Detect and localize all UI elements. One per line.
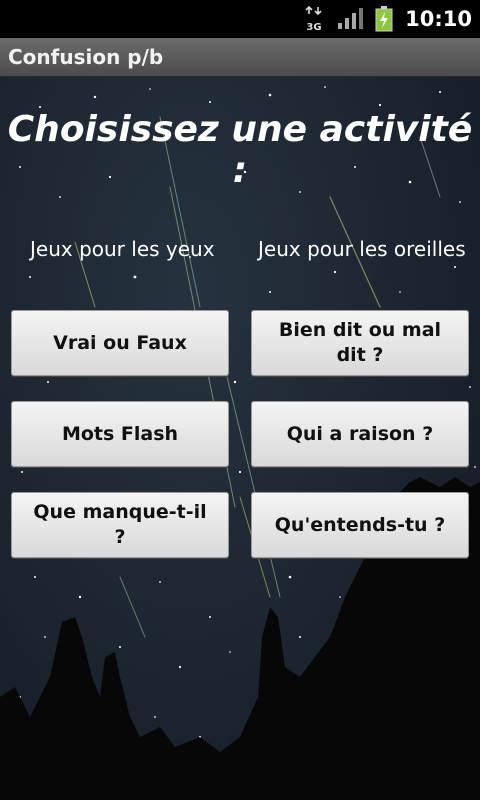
network-3g-icon: 3G	[303, 5, 325, 33]
title-bar: Confusion p/b	[0, 38, 480, 77]
status-bar: 3G 10:10	[0, 0, 480, 38]
bien-dit-ou-mal-dit-button[interactable]: Bien dit ou mal dit ?	[251, 310, 469, 376]
battery-charging-icon	[375, 6, 393, 32]
status-icons: 3G 10:10	[303, 0, 472, 38]
qu-entends-tu-button[interactable]: Qu'entends-tu ?	[251, 492, 469, 558]
ears-games-label: Jeux pour les oreilles	[258, 237, 466, 261]
network-type-label: 3G	[307, 22, 322, 33]
eyes-games-label: Jeux pour les yeux	[30, 237, 215, 261]
main-content: Choisissez une activité : Jeux pour les …	[0, 77, 480, 800]
vrai-ou-faux-button[interactable]: Vrai ou Faux	[11, 310, 229, 376]
mots-flash-button[interactable]: Mots Flash	[11, 401, 229, 467]
activity-heading: Choisissez une activité :	[7, 109, 473, 191]
app-title: Confusion p/b	[8, 45, 164, 69]
signal-strength-icon	[337, 8, 364, 30]
qui-a-raison-button[interactable]: Qui a raison ?	[251, 401, 469, 467]
screen: 3G 10:10 Confusion p/b Choisissez une ac…	[0, 0, 480, 800]
que-manque-t-il-button[interactable]: Que manque-t-il ?	[11, 492, 229, 558]
status-clock: 10:10	[405, 7, 472, 31]
